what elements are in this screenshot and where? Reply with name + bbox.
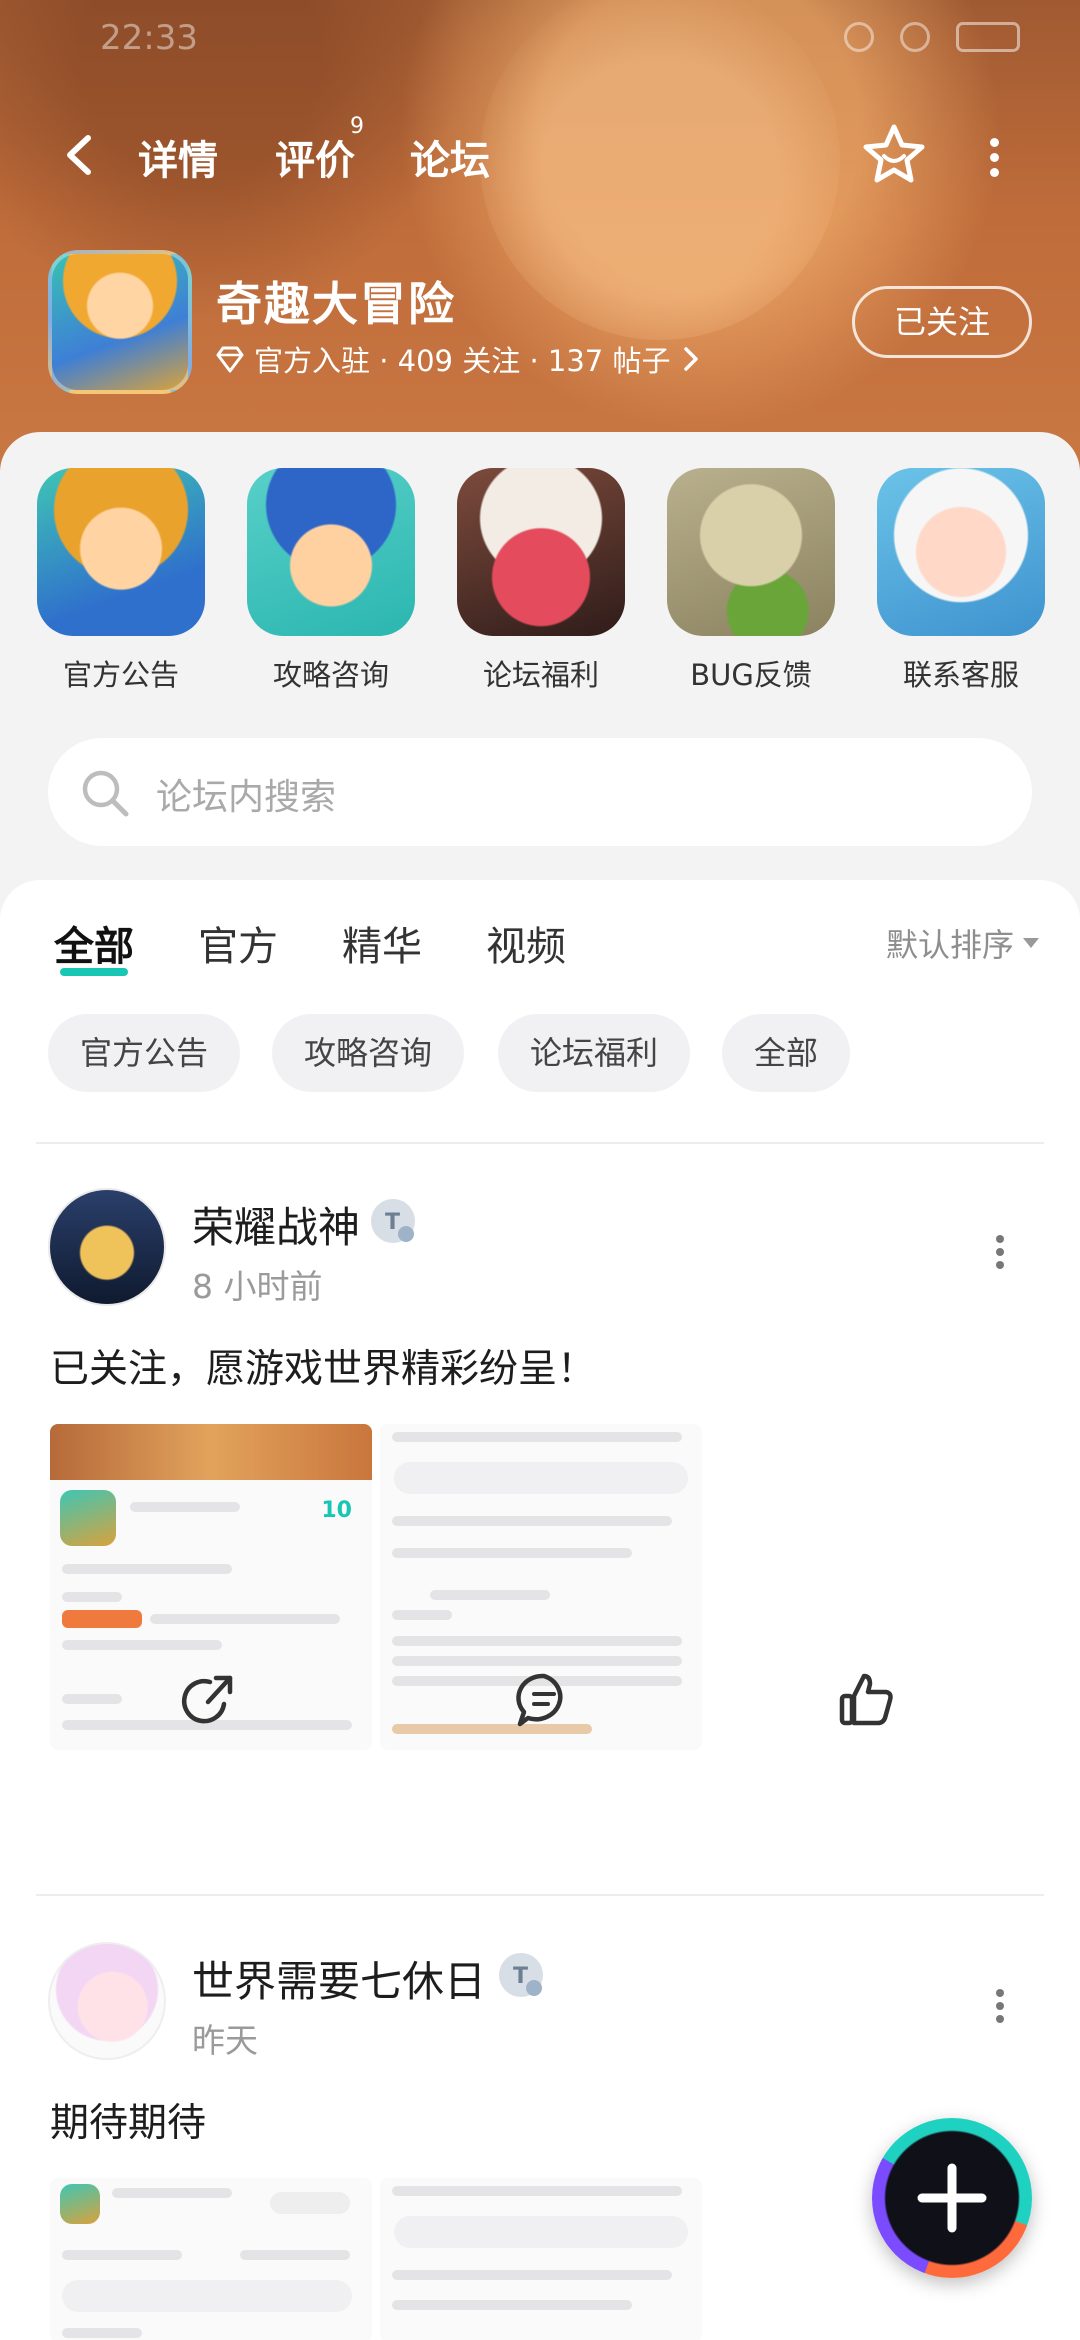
back-arrow-icon[interactable] xyxy=(58,132,104,178)
chip-announcements[interactable]: 官方公告 xyxy=(48,1014,241,1092)
sort-label: 默认排序 xyxy=(885,926,1014,964)
feed-tab-video[interactable]: 视频 xyxy=(486,914,566,972)
user-level-badge-icon: T xyxy=(499,1953,543,1997)
app-name: 奇趣大冒险 xyxy=(216,277,456,331)
sort-dropdown[interactable]: 默认排序 xyxy=(886,920,1040,966)
search-icon xyxy=(82,770,129,817)
bug-report-icon xyxy=(667,468,835,636)
share-icon[interactable] xyxy=(180,1670,240,1730)
like-icon[interactable] xyxy=(836,1670,896,1730)
chip-welfare[interactable]: 论坛福利 xyxy=(498,1014,691,1092)
favorite-star-icon[interactable] xyxy=(862,122,926,186)
new-post-fab[interactable] xyxy=(872,2118,1032,2278)
category-welfare[interactable]: 论坛福利 xyxy=(456,468,626,694)
category-label: 官方公告 xyxy=(62,658,179,692)
review-count-badge: 9 xyxy=(350,114,364,139)
mute-icon xyxy=(844,22,874,52)
guides-icon xyxy=(247,468,415,636)
thumb-number: 10 xyxy=(321,1498,352,1523)
header-banner: 22:33 详情 评价 9 论坛 奇趣大冒险 官方入驻 · 409 关注 · 1… xyxy=(0,0,1080,470)
status-time: 22:33 xyxy=(100,18,198,58)
post-more-icon[interactable] xyxy=(990,1230,1010,1280)
feed-tab-featured[interactable]: 精华 xyxy=(342,914,422,972)
feed-tab-indicator xyxy=(60,968,128,976)
post-image[interactable] xyxy=(50,2178,372,2340)
diamond-icon xyxy=(216,346,244,373)
welfare-icon xyxy=(457,468,625,636)
chip-all[interactable]: 全部 xyxy=(722,1014,851,1092)
feed-tab-all[interactable]: 全部 xyxy=(54,914,134,972)
category-label: 论坛福利 xyxy=(482,658,599,692)
post-text: 期待期待 xyxy=(50,2101,207,2146)
category-label: 联系客服 xyxy=(902,658,1019,692)
tab-forum[interactable]: 论坛 xyxy=(410,128,490,186)
status-icons xyxy=(844,22,1020,52)
more-menu-icon[interactable] xyxy=(984,132,1004,182)
category-support[interactable]: 联系客服 xyxy=(876,468,1046,694)
comment-icon[interactable] xyxy=(514,1670,574,1730)
tab-detail[interactable]: 详情 xyxy=(138,128,218,186)
wifi-icon xyxy=(900,22,930,52)
app-meta-text: 官方入驻 · 409 关注 · 137 帖子 xyxy=(254,344,671,378)
post-more-icon[interactable] xyxy=(990,1984,1010,2034)
post-feed: 全部 官方 精华 视频 默认排序 官方公告 攻略咨询 论坛福利 全部 荣耀战神 … xyxy=(0,880,1080,2340)
feed-tabs: 全部 官方 精华 视频 默认排序 xyxy=(0,914,1080,994)
category-label: BUG反馈 xyxy=(690,658,812,692)
caret-down-icon xyxy=(1023,938,1039,948)
chevron-right-icon xyxy=(684,347,699,371)
top-nav: 详情 评价 9 论坛 xyxy=(0,110,1080,200)
app-info: 奇趣大冒险 官方入驻 · 409 关注 · 137 帖子 已关注 xyxy=(0,248,1080,398)
category-label: 攻略咨询 xyxy=(272,658,389,692)
plus-icon xyxy=(917,2163,987,2233)
tab-review[interactable]: 评价 xyxy=(275,128,355,186)
user-level-badge-icon: T xyxy=(371,1199,415,1243)
divider xyxy=(36,1894,1044,1896)
app-icon xyxy=(48,250,192,394)
search-placeholder: 论坛内搜索 xyxy=(156,777,337,818)
post-author[interactable]: 荣耀战神 xyxy=(192,1194,360,1255)
category-bug-report[interactable]: BUG反馈 xyxy=(666,468,836,694)
divider xyxy=(36,1142,1044,1144)
post-actions xyxy=(0,1670,1080,1760)
support-icon xyxy=(877,468,1045,636)
category-row: 官方公告 攻略咨询 论坛福利 BUG反馈 联系客服 xyxy=(0,468,1080,698)
follow-button[interactable]: 已关注 xyxy=(852,286,1032,358)
status-bar: 22:33 xyxy=(0,0,1080,80)
feed-tab-official[interactable]: 官方 xyxy=(198,914,278,972)
chip-guides[interactable]: 攻略咨询 xyxy=(272,1014,465,1092)
forum-search-input[interactable]: 论坛内搜索 xyxy=(48,738,1032,846)
post-text: 已关注，愿游戏世界精彩纷呈！ xyxy=(50,1347,597,1392)
avatar[interactable] xyxy=(48,1188,166,1306)
app-meta-link[interactable]: 官方入驻 · 409 关注 · 137 帖子 xyxy=(216,338,702,380)
post-time: 8 小时前 xyxy=(192,1267,323,1306)
post-author[interactable]: 世界需要七休日 xyxy=(192,1948,486,2009)
filter-chips: 官方公告 攻略咨询 论坛福利 全部 xyxy=(0,1014,1080,1094)
svg-text:T: T xyxy=(385,1210,400,1235)
announcements-icon xyxy=(37,468,205,636)
category-announcements[interactable]: 官方公告 xyxy=(36,468,206,694)
svg-text:T: T xyxy=(513,1964,528,1989)
post-image[interactable] xyxy=(380,2178,702,2340)
battery-icon xyxy=(956,22,1020,52)
avatar[interactable] xyxy=(48,1942,166,2060)
post-card[interactable]: 荣耀战神 T 8 小时前 已关注，愿游戏世界精彩纷呈！ 10 xyxy=(0,1188,1080,1778)
post-time: 昨天 xyxy=(192,2021,258,2060)
category-guides[interactable]: 攻略咨询 xyxy=(246,468,416,694)
post-images xyxy=(50,2178,702,2340)
